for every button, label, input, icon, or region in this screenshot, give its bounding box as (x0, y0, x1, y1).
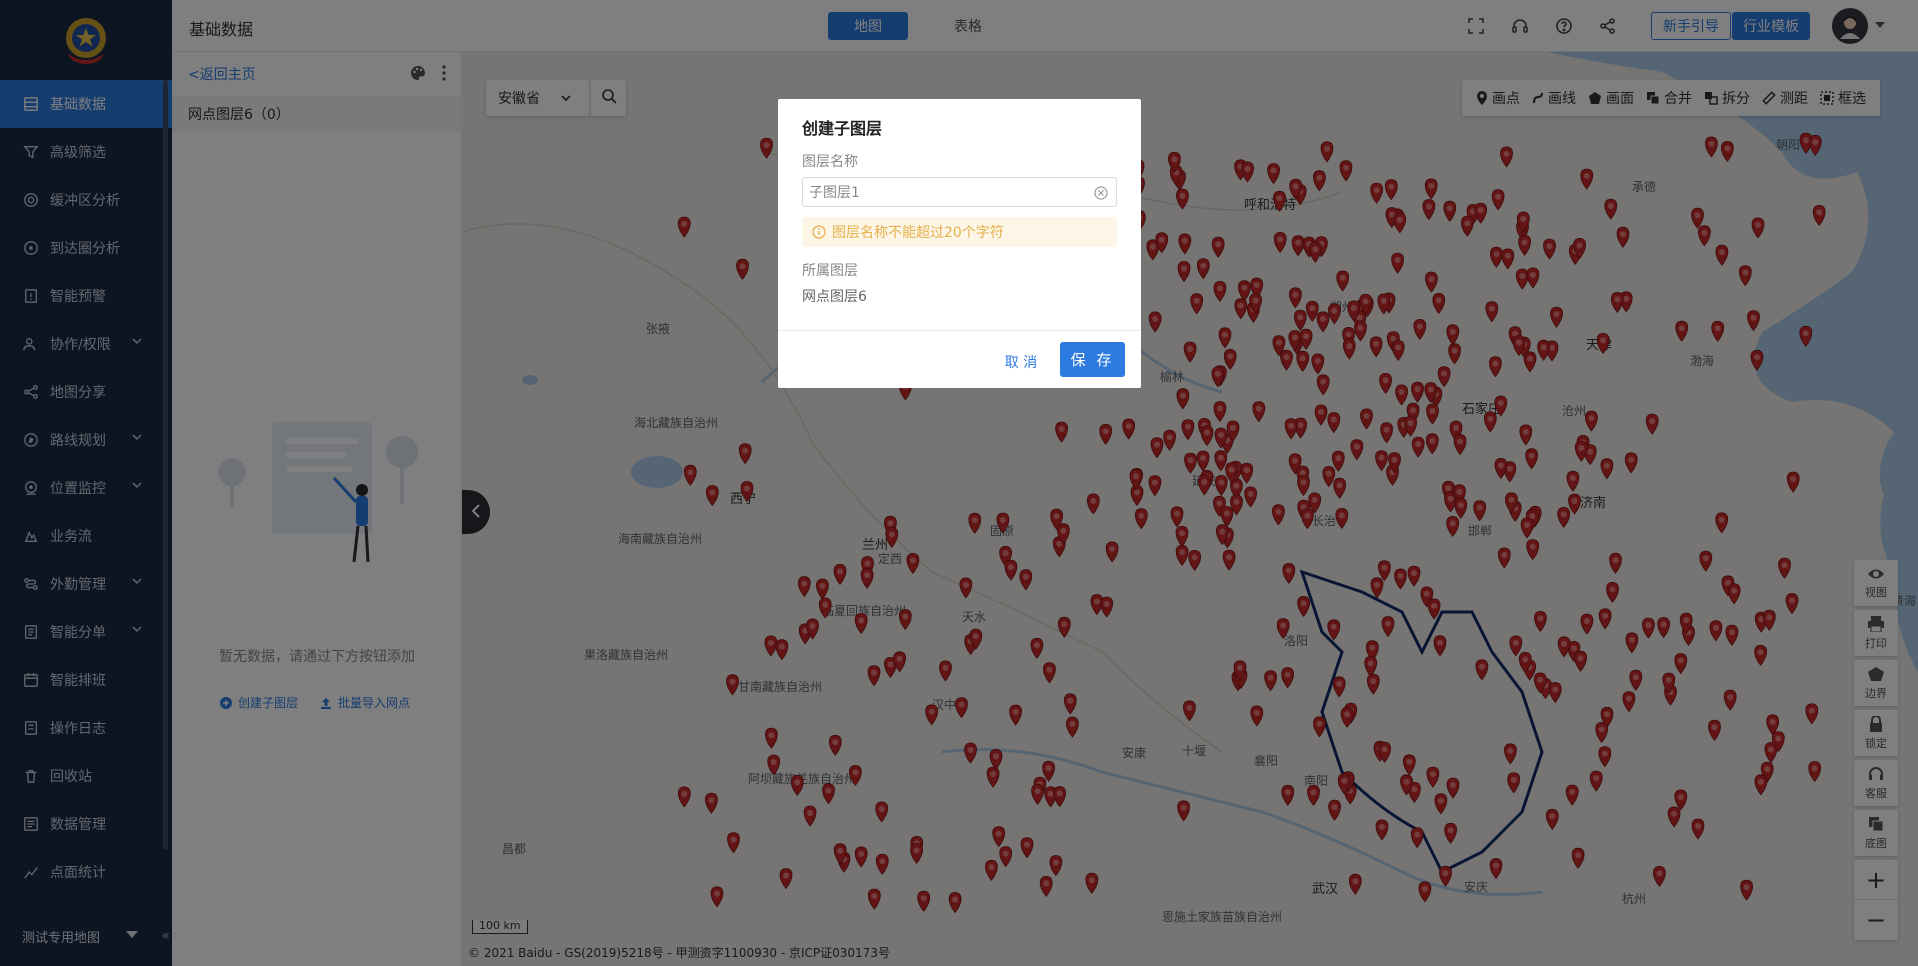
layer-name-label: 图层名称 (802, 154, 858, 170)
dialog-divider (778, 330, 1141, 331)
app-root: 基础数据高级筛选缓冲区分析到达圈分析智能预警协作/权限地图分享路线规划位置监控业… (0, 0, 1918, 966)
layer-name-warning: 图层名称不能超过20个字符 (802, 217, 1117, 247)
create-sublayer-dialog: 创建子图层 图层名称 子图层1 图层名称不能超过20个字符 所属图层 网点图层6… (778, 99, 1141, 388)
cancel-button[interactable]: 取 消 (996, 347, 1046, 377)
info-icon (812, 225, 826, 239)
save-button[interactable]: 保 存 (1060, 342, 1125, 377)
layer-name-value: 子图层1 (809, 185, 860, 201)
warning-text: 图层名称不能超过20个字符 (832, 225, 1004, 241)
parent-layer-value: 网点图层6 (802, 289, 867, 305)
parent-layer-label: 所属图层 (802, 263, 858, 279)
layer-name-input[interactable]: 子图层1 (802, 177, 1117, 207)
dialog-title: 创建子图层 (802, 119, 883, 138)
clear-input-icon[interactable] (1094, 186, 1108, 200)
